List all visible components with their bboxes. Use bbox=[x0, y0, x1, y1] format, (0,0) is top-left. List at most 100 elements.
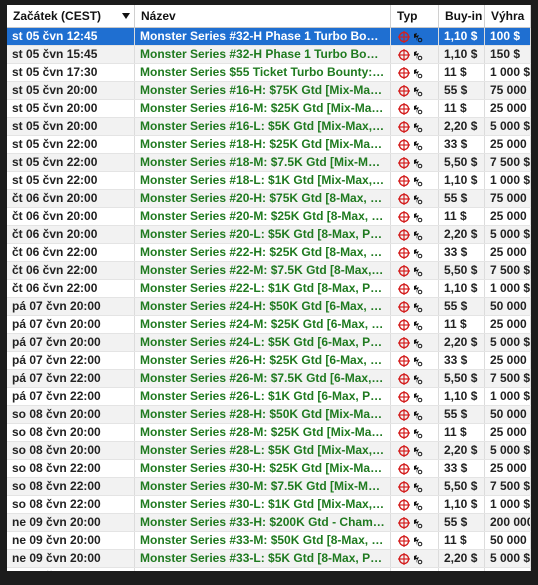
prize-value: 1 000 $ bbox=[485, 64, 531, 81]
start-time: so 08 čvn 20:00 bbox=[7, 424, 135, 441]
start-time: pá 07 čvn 22:00 bbox=[7, 388, 135, 405]
tournament-name: Monster Series #16-H: $75K Gtd [Mix-Max,… bbox=[135, 82, 391, 99]
tournament-type bbox=[391, 190, 439, 207]
start-time: pá 07 čvn 20:00 bbox=[7, 334, 135, 351]
tournament-name: Monster Series #28-M: $25K Gtd [Mix-Max,… bbox=[135, 424, 391, 441]
turbo-icon bbox=[412, 175, 423, 187]
buyin-value: 33 $ bbox=[439, 136, 485, 153]
start-time: so 08 čvn 22:00 bbox=[7, 478, 135, 495]
table-row[interactable]: pá 07 čvn 22:00 Monster Series #26-L: $1K… bbox=[7, 388, 531, 406]
bounty-target-icon bbox=[398, 552, 410, 565]
start-time: so 08 čvn 20:00 bbox=[7, 406, 135, 423]
table-row[interactable]: čt 06 čvn 22:00 Monster Series #22-M: $7.… bbox=[7, 262, 531, 280]
bounty-target-icon bbox=[398, 48, 410, 61]
table-row[interactable]: st 05 čvn 22:00 Monster Series #18-L: $1K… bbox=[7, 172, 531, 190]
buyin-value: 1,10 $ bbox=[439, 496, 485, 513]
bounty-target-icon bbox=[398, 462, 410, 475]
table-row[interactable]: pá 07 čvn 22:00 Monster Series #26-H: $25… bbox=[7, 352, 531, 370]
column-header-start[interactable]: Začátek (CEST) bbox=[7, 5, 135, 27]
bounty-target-icon bbox=[398, 336, 410, 349]
tournament-name: Monster Series #33-M: $50K Gtd [8-Max, P… bbox=[135, 532, 391, 549]
column-header-buyin[interactable]: Buy-in bbox=[439, 5, 485, 27]
tournament-type bbox=[391, 64, 439, 81]
column-header-name[interactable]: Název bbox=[135, 5, 391, 27]
tournament-type bbox=[391, 280, 439, 297]
prize-value: 25 000 $ bbox=[485, 424, 531, 441]
table-row[interactable]: čt 06 čvn 20:00 Monster Series #20-L: $5K… bbox=[7, 226, 531, 244]
tournament-name: Monster Series $55 Ticket Turbo Bounty: … bbox=[135, 64, 391, 81]
table-row[interactable]: so 08 čvn 20:00 Monster Series #28-L: $5K… bbox=[7, 442, 531, 460]
prize-value: 7 500 $ bbox=[485, 262, 531, 279]
sort-descending-icon[interactable] bbox=[122, 13, 130, 19]
table-row[interactable]: čt 06 čvn 22:00 Monster Series #22-H: $25… bbox=[7, 244, 531, 262]
prize-value: 5 000 $ bbox=[485, 334, 531, 351]
table-row[interactable]: čt 06 čvn 22:00 Monster Series #22-L: $1K… bbox=[7, 280, 531, 298]
tournament-name: Monster Series #28-H: $50K Gtd [Mix-Max,… bbox=[135, 406, 391, 423]
start-time: ne 09 čvn 22:00 bbox=[7, 568, 135, 571]
table-row[interactable]: st 05 čvn 22:00 Monster Series #18-M: $7.… bbox=[7, 154, 531, 172]
table-row[interactable]: pá 07 čvn 20:00 Monster Series #24-L: $5K… bbox=[7, 334, 531, 352]
table-row[interactable]: st 05 čvn 20:00 Monster Series #16-H: $75… bbox=[7, 82, 531, 100]
table-row[interactable]: so 08 čvn 22:00 Monster Series #30-M: $7.… bbox=[7, 478, 531, 496]
prize-value: 25 000 $ bbox=[485, 460, 531, 477]
buyin-value: 1,10 $ bbox=[439, 28, 485, 45]
prize-value: 50 000 $ bbox=[485, 406, 531, 423]
buyin-value: 33 $ bbox=[439, 244, 485, 261]
table-row[interactable]: pá 07 čvn 20:00 Monster Series #24-H: $50… bbox=[7, 298, 531, 316]
bounty-target-icon bbox=[398, 516, 410, 529]
bounty-target-icon bbox=[398, 498, 410, 511]
bounty-target-icon bbox=[398, 192, 410, 205]
table-row[interactable]: st 05 čvn 20:00 Monster Series #16-M: $25… bbox=[7, 100, 531, 118]
start-time: čt 06 čvn 20:00 bbox=[7, 226, 135, 243]
tournament-name: Monster Series #24-M: $25K Gtd [6-Max, P… bbox=[135, 316, 391, 333]
table-row[interactable]: st 05 čvn 12:45 Monster Series #32-H Phas… bbox=[7, 28, 531, 46]
prize-value: 5 000 $ bbox=[485, 550, 531, 567]
turbo-icon bbox=[412, 283, 423, 295]
table-row[interactable]: čt 06 čvn 20:00 Monster Series #20-H: $75… bbox=[7, 190, 531, 208]
buyin-value: 5,50 $ bbox=[439, 154, 485, 171]
column-header-start-label: Začátek (CEST) bbox=[13, 9, 102, 23]
table-row[interactable]: so 08 čvn 22:00 Monster Series #30-L: $1K… bbox=[7, 496, 531, 514]
start-time: st 05 čvn 22:00 bbox=[7, 172, 135, 189]
table-row[interactable]: st 05 čvn 22:00 Monster Series #18-H: $25… bbox=[7, 136, 531, 154]
table-row[interactable]: ne 09 čvn 20:00 Monster Series #33-M: $50… bbox=[7, 532, 531, 550]
turbo-icon bbox=[412, 31, 423, 43]
table-row[interactable]: so 08 čvn 20:00 Monster Series #28-M: $25… bbox=[7, 424, 531, 442]
buyin-value: 11 $ bbox=[439, 208, 485, 225]
start-time: st 05 čvn 20:00 bbox=[7, 100, 135, 117]
table-row[interactable]: st 05 čvn 15:45 Monster Series #32-H Phas… bbox=[7, 46, 531, 64]
table-row[interactable]: ne 09 čvn 20:00 Monster Series #33-H: $20… bbox=[7, 514, 531, 532]
start-time: st 05 čvn 20:00 bbox=[7, 82, 135, 99]
table-row[interactable]: pá 07 čvn 20:00 Monster Series #24-M: $25… bbox=[7, 316, 531, 334]
tournament-name: Monster Series #20-H: $75K Gtd [8-Max, P… bbox=[135, 190, 391, 207]
bounty-target-icon bbox=[398, 84, 410, 97]
tournament-type bbox=[391, 28, 439, 45]
turbo-icon bbox=[412, 445, 423, 457]
table-row[interactable]: ne 09 čvn 20:00 Monster Series #33-L: $5K… bbox=[7, 550, 531, 568]
column-header-type[interactable]: Typ bbox=[391, 5, 439, 27]
tournament-type bbox=[391, 496, 439, 513]
turbo-icon bbox=[412, 229, 423, 241]
tournament-name: Monster Series #22-L: $1K Gtd [8-Max, PK… bbox=[135, 280, 391, 297]
table-row[interactable]: st 05 čvn 20:00 Monster Series #16-L: $5K… bbox=[7, 118, 531, 136]
column-header-win[interactable]: Výhra bbox=[485, 5, 531, 27]
tournament-name: Monster Series #26-M: $7.5K Gtd [6-Max, … bbox=[135, 370, 391, 387]
bounty-target-icon bbox=[398, 246, 410, 259]
table-row[interactable]: so 08 čvn 20:00 Monster Series #28-H: $50… bbox=[7, 406, 531, 424]
buyin-value: 55 $ bbox=[439, 190, 485, 207]
table-row[interactable]: pá 07 čvn 22:00 Monster Series #26-M: $7.… bbox=[7, 370, 531, 388]
tournament-type bbox=[391, 244, 439, 261]
tournament-name: Monster Series #32-H Phase 1 Turbo Bount… bbox=[135, 28, 391, 45]
table-row[interactable]: čt 06 čvn 20:00 Monster Series #20-M: $25… bbox=[7, 208, 531, 226]
table-row[interactable]: st 05 čvn 17:30 Monster Series $55 Ticket… bbox=[7, 64, 531, 82]
bounty-target-icon bbox=[398, 210, 410, 223]
table-row[interactable]: so 08 čvn 22:00 Monster Series #30-H: $25… bbox=[7, 460, 531, 478]
buyin-value: 55 $ bbox=[439, 514, 485, 531]
tournament-type bbox=[391, 172, 439, 189]
turbo-icon bbox=[412, 337, 423, 349]
turbo-icon bbox=[412, 391, 423, 403]
table-row[interactable]: ne 09 čvn 22:00Monster Series #35-H: $50… bbox=[7, 568, 531, 571]
tournament-name: Monster Series #22-M: $7.5K Gtd [8-Max, … bbox=[135, 262, 391, 279]
bounty-target-icon bbox=[398, 300, 410, 313]
start-time: čt 06 čvn 20:00 bbox=[7, 208, 135, 225]
